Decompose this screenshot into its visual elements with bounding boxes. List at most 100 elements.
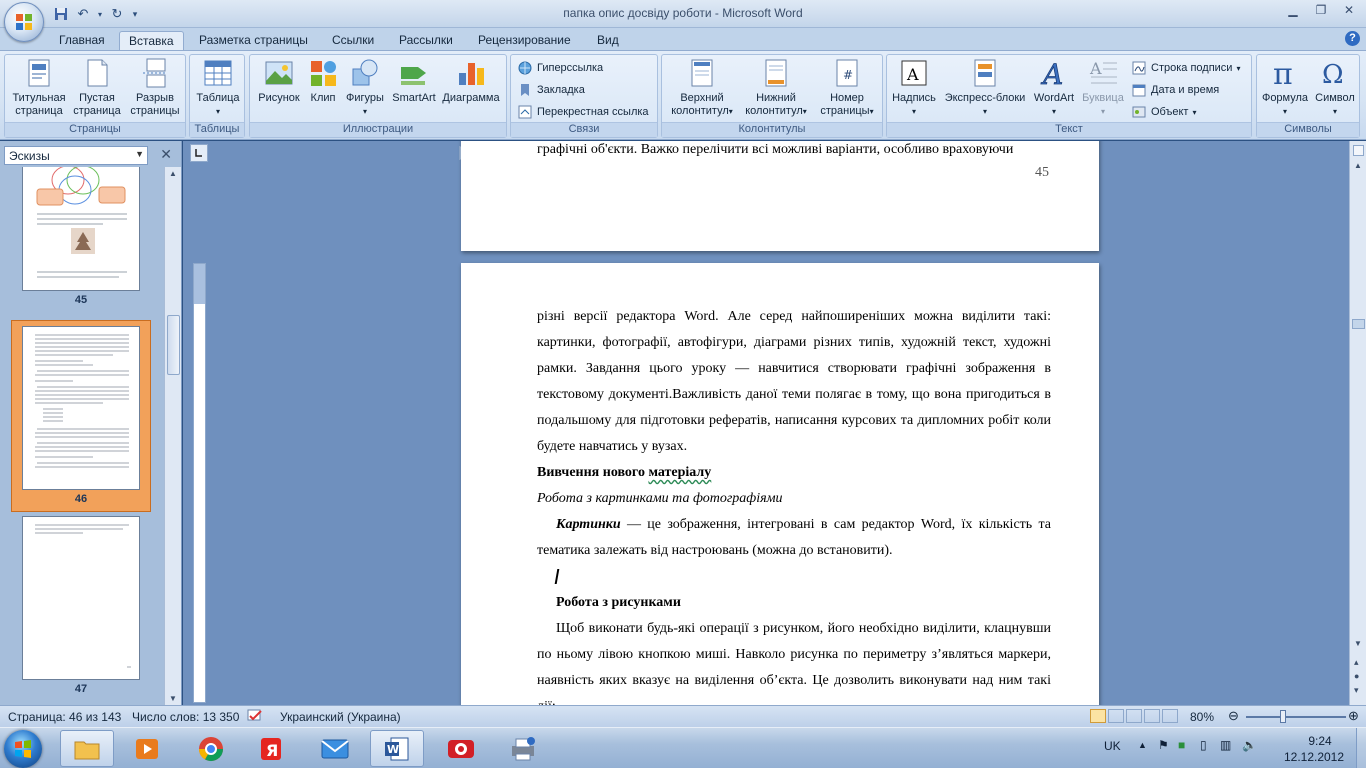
taskbar-explorer[interactable] [60,730,114,767]
date-time-button[interactable]: Дата и время [1131,81,1219,99]
pane-view-select[interactable]: Эскизы ▼ [4,146,148,165]
zoom-slider[interactable] [1246,716,1346,718]
cross-reference-button[interactable]: Перекрестная ссылка [517,103,649,121]
taskbar-word[interactable]: W [370,730,424,767]
window-title: папка опис досвіду роботи - Microsoft Wo… [563,6,803,20]
zoom-slider-thumb[interactable] [1280,710,1286,723]
clock-time[interactable]: 9:24 [1294,734,1346,748]
restore-icon[interactable]: ❐ [1308,1,1334,19]
print-layout-view-icon[interactable] [1090,709,1106,723]
zoom-in-icon[interactable]: ⊕ [1348,708,1359,724]
scroll-up-icon[interactable]: ▲ [1354,161,1362,170]
clip-button[interactable]: Клип [306,57,340,105]
clock-date[interactable]: 12.12.2012 [1278,750,1350,764]
network-icon[interactable]: ▥ [1220,738,1231,752]
quick-parts-button[interactable]: Экспресс-блоки ▾ [941,57,1029,118]
zoom-level[interactable]: 80% [1190,710,1214,724]
outline-view-icon[interactable] [1144,709,1160,723]
dropcap-button[interactable]: A Буквица ▾ [1079,57,1127,118]
paragraph-select-picture[interactable]: Щоб виконати будь-які операції з рисунко… [537,616,1051,705]
paragraph-intro[interactable]: різні версії редактора Word. Але серед н… [537,304,1051,460]
page-number-button[interactable]: # Номер страницы▾ [814,57,880,118]
scrollbar-thumb[interactable] [1352,319,1365,329]
web-layout-view-icon[interactable] [1126,709,1142,723]
page-46[interactable]: різні версії редактора Word. Але серед н… [461,263,1099,705]
object-button[interactable]: Объект ▾ [1131,103,1196,121]
thumbnail-page-47[interactable]: 47 [11,516,151,695]
page-body[interactable]: різні версії редактора Word. Але серед н… [537,304,1051,705]
thumbnail-page-46[interactable]: 46 [11,320,151,512]
zoom-out-icon[interactable]: ⊖ [1228,708,1239,724]
full-screen-reading-view-icon[interactable] [1108,709,1124,723]
language-indicator[interactable]: UK [1104,739,1121,753]
paragraph-clipart[interactable]: Картинки — це зображення, інтегровані в … [537,512,1051,564]
taskbar-media-player[interactable] [120,730,174,767]
browse-object-icon[interactable]: ● [1354,671,1359,681]
device-icon[interactable]: ▯ [1200,738,1207,752]
taskbar-mail[interactable] [308,730,362,767]
page-break-button[interactable]: Разрыв страницы [127,57,183,118]
tab-insert[interactable]: Вставка [119,31,184,50]
view-ruler-icon[interactable] [1353,145,1364,156]
wordart-button[interactable]: A WordArt ▾ [1029,57,1079,118]
tab-home[interactable]: Главная [50,31,114,50]
tab-mailings[interactable]: Рассылки [390,31,462,50]
close-pane-icon[interactable]: ✕ [160,146,172,163]
bookmark-button[interactable]: Закладка [517,81,585,99]
proofing-icon[interactable] [246,709,264,726]
office-button[interactable] [4,2,44,42]
taskbar-chrome[interactable] [184,730,238,767]
taskbar-printer[interactable] [496,730,550,767]
empty-paragraph-cursor[interactable] [537,564,1051,590]
picture-button[interactable]: Рисунок [254,57,304,105]
next-page-icon[interactable]: ▾ [1354,685,1359,696]
hyperlink-button[interactable]: Гиперссылка [517,59,603,77]
vertical-ruler[interactable] [193,263,206,703]
minimize-icon[interactable]: ▁ [1280,1,1306,19]
chart-button[interactable]: Диаграмма [438,57,504,105]
flag-icon[interactable]: ⚑ [1158,738,1169,752]
close-icon[interactable]: ✕ [1336,1,1362,19]
scroll-down-icon[interactable]: ▼ [1354,639,1362,648]
title-page-button[interactable]: Титульная страница [9,57,69,118]
draft-view-icon[interactable] [1162,709,1178,723]
taskbar-recorder[interactable] [434,730,488,767]
document-scrollbar[interactable]: ▲ ▼ ▴ ● ▾ [1349,141,1366,705]
start-button[interactable] [4,730,42,768]
show-hidden-icons-icon[interactable]: ▲ [1138,740,1147,750]
textbox-button[interactable]: A Надпись ▾ [889,57,939,118]
heading-new-material[interactable]: Вивчення нового матеріалу [537,460,1051,486]
tab-view[interactable]: Вид [588,31,628,50]
ribbon-tabs: Главная Вставка Разметка страницы Ссылки… [0,28,1366,50]
heading-working-with-pictures[interactable]: Робота з рисунками [537,590,1051,616]
tab-page-layout[interactable]: Разметка страницы [190,31,317,50]
previous-page-icon[interactable]: ▴ [1354,657,1359,668]
footer-button[interactable]: Нижний колонтитул▾ [740,57,812,118]
scrollbar-thumb[interactable] [167,315,180,375]
table-button[interactable]: Таблица ▾ [192,57,244,118]
blank-page-button[interactable]: Пустая страница [69,57,125,118]
taskbar-yandex[interactable]: Я [244,730,298,767]
subheading-pictures[interactable]: Робота з картинками та фотографіями [537,486,1051,512]
thumbnails-scrollbar[interactable]: ▲ ▼ [164,167,181,705]
status-word-count[interactable]: Число слов: 13 350 [132,710,239,724]
tab-review[interactable]: Рецензирование [469,31,580,50]
tab-references[interactable]: Ссылки [323,31,383,50]
volume-icon[interactable]: 🔈 [1242,738,1257,752]
equation-button[interactable]: π Формула ▾ [1259,57,1311,118]
status-language[interactable]: Украинский (Украина) [280,710,401,724]
security-icon[interactable]: ■ [1178,738,1185,752]
tab-selector[interactable] [190,144,208,162]
scroll-down-icon[interactable]: ▼ [169,694,177,703]
shapes-button[interactable]: Фигуры ▾ [342,57,388,118]
symbol-button[interactable]: Ω Символ ▾ [1311,57,1359,118]
signature-line-button[interactable]: Строка подписи ▾ [1131,59,1240,77]
show-desktop-button[interactable] [1356,728,1366,768]
header-button[interactable]: Верхний колонтитул▾ [666,57,738,118]
scroll-up-icon[interactable]: ▲ [169,169,177,178]
help-icon[interactable]: ? [1345,31,1360,46]
status-page[interactable]: Страница: 46 из 143 [8,710,121,724]
thumbnail-page-45[interactable]: 45 [11,167,151,306]
omega-icon: Ω [1322,60,1344,89]
smartart-button[interactable]: SmartArt [390,57,438,105]
